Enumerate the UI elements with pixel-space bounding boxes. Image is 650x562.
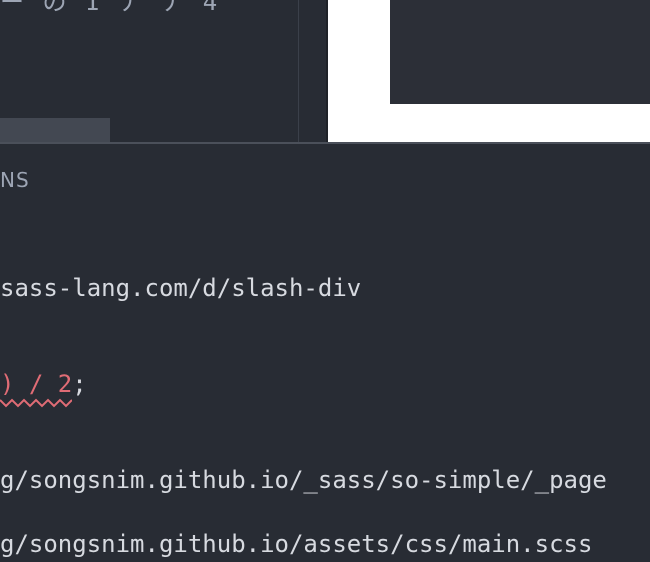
editor-gutter <box>299 0 326 142</box>
error-squiggle <box>0 398 72 408</box>
preview-pane <box>328 0 650 142</box>
diagnostic-doc-link[interactable]: sass-lang.com/d/slash-div <box>0 274 361 302</box>
problems-panel: NS sass-lang.com/d/slash-div ) / 2; g/so… <box>0 144 650 562</box>
panel-title[interactable]: NS <box>0 166 30 194</box>
diagnostic-code-semicolon: ; <box>72 370 87 398</box>
diagnostic-code-line: ) / 2; <box>0 370 87 398</box>
editor-text-fragment: ー の 1 ナ ナ 4 <box>0 0 220 16</box>
diagnostic-file-path-1[interactable]: g/songsnim.github.io/_sass/so-simple/_pa… <box>0 466 607 494</box>
horizontal-scrollbar-thumb[interactable] <box>0 118 110 142</box>
editor-pane[interactable]: ー の 1 ナ ナ 4 <box>0 0 298 142</box>
preview-dark-box <box>390 0 650 104</box>
diagnostic-error-expression: ) / 2 <box>0 370 73 398</box>
diagnostic-file-path-2[interactable]: g/songsnim.github.io/assets/css/main.scs… <box>0 530 592 558</box>
